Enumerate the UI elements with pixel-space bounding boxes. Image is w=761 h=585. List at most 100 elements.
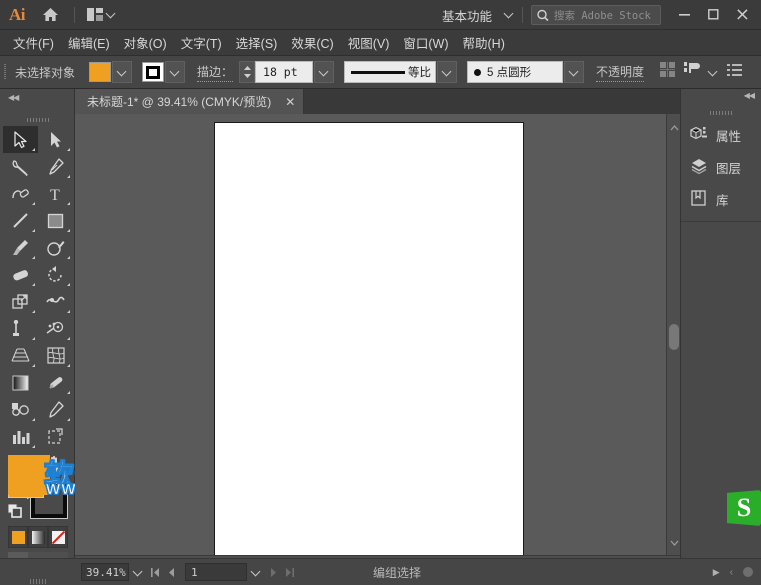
menu-object[interactable]: 对象(O) xyxy=(117,30,174,55)
paintbrush-tool[interactable] xyxy=(3,234,38,261)
rotate-tool[interactable] xyxy=(38,261,73,288)
swap-fill-stroke-icon[interactable]: ⇄ xyxy=(48,461,56,472)
type-tool[interactable]: T xyxy=(38,180,73,207)
menu-effect[interactable]: 效果(C) xyxy=(284,30,340,55)
panel-tab-layers[interactable]: 图层 xyxy=(681,151,761,183)
rectangle-tool[interactable] xyxy=(38,207,73,234)
eyedropper-tool[interactable] xyxy=(38,369,73,396)
free-transform-tool[interactable] xyxy=(3,315,38,342)
artboard[interactable] xyxy=(214,122,524,555)
tools-grid: T xyxy=(3,126,73,504)
artboard-number-input[interactable]: 1 xyxy=(185,563,247,581)
gradient-fill-button[interactable] xyxy=(28,526,48,548)
scroll-up-icon[interactable] xyxy=(670,118,679,136)
menu-edit[interactable]: 编辑(E) xyxy=(61,30,117,55)
next-artboard-button[interactable] xyxy=(265,563,281,581)
green-app-icon[interactable]: S xyxy=(727,490,761,526)
scroll-down-icon[interactable] xyxy=(670,533,679,551)
properties-icon xyxy=(690,125,708,146)
fill-color-swatch[interactable] xyxy=(89,62,111,82)
align-icon[interactable] xyxy=(660,62,675,82)
document-tab[interactable]: 未标题-1* @ 39.41% (CMYK/预览) ✕ xyxy=(75,89,304,114)
document-setup-icon[interactable] xyxy=(727,63,742,81)
blend-tool[interactable] xyxy=(3,396,38,423)
menu-view[interactable]: 视图(V) xyxy=(341,30,397,55)
shaper-tool[interactable] xyxy=(38,234,73,261)
panel-tab-properties[interactable]: 属性 xyxy=(681,119,761,151)
line-segment-tool[interactable] xyxy=(3,207,38,234)
stroke-weight-stepper[interactable] xyxy=(239,61,255,83)
vertical-scrollbar[interactable] xyxy=(666,114,680,555)
gradient-tool[interactable] xyxy=(3,369,38,396)
minimize-button[interactable] xyxy=(670,3,699,25)
menu-window[interactable]: 窗口(W) xyxy=(396,30,455,55)
artboard-tool[interactable] xyxy=(38,423,73,450)
stroke-weight-dropdown[interactable] xyxy=(314,61,334,83)
maximize-button[interactable] xyxy=(699,3,728,25)
arrange-documents-button[interactable] xyxy=(83,0,120,30)
status-resize-handle[interactable] xyxy=(743,567,753,577)
vertical-scrollbar-thumb[interactable] xyxy=(669,324,679,350)
tools-panel-grip[interactable] xyxy=(0,114,75,126)
transform-chevron-down-icon[interactable] xyxy=(709,68,718,77)
status-menu-icon[interactable]: ▶ xyxy=(713,567,720,578)
menu-file[interactable]: 文件(F) xyxy=(6,30,61,55)
control-bar-grip[interactable] xyxy=(0,56,10,89)
previous-artboard-button[interactable] xyxy=(163,563,179,581)
right-panel-collapse-button[interactable]: ◀◀ xyxy=(681,89,761,107)
first-artboard-button[interactable] xyxy=(147,563,163,581)
magic-wand-tool[interactable] xyxy=(3,153,38,180)
eraser-tool[interactable] xyxy=(3,261,38,288)
scale-tool[interactable] xyxy=(3,288,38,315)
menu-help[interactable]: 帮助(H) xyxy=(456,30,512,55)
shape-builder-tool[interactable] xyxy=(38,315,73,342)
panel-tab-libraries[interactable]: 库 xyxy=(681,183,761,215)
canvas-area[interactable] xyxy=(75,114,680,555)
stroke-profile-preview-icon xyxy=(351,71,405,74)
close-icon[interactable]: ✕ xyxy=(285,95,295,109)
stroke-weight-input[interactable]: 18 pt xyxy=(255,61,313,83)
curvature-tool[interactable] xyxy=(3,180,38,207)
opacity-label[interactable]: 不透明度 xyxy=(596,63,644,82)
workspace-chevron-down-icon[interactable] xyxy=(505,10,514,19)
artboard-navigation-dropdown[interactable] xyxy=(247,563,265,581)
none-fill-button[interactable] xyxy=(48,526,68,548)
toolbar-fill-swatch[interactable] xyxy=(8,464,44,498)
right-panel-grip[interactable] xyxy=(681,107,761,119)
left-panel-collapse-area[interactable]: ◀◀ xyxy=(0,89,75,114)
width-tool[interactable] xyxy=(38,288,73,315)
fill-swatch-dropdown[interactable] xyxy=(112,61,132,83)
selection-tool[interactable] xyxy=(3,126,38,153)
search-adobe-stock-input[interactable]: 搜索 Adobe Stock xyxy=(531,5,661,25)
tools-panel: T xyxy=(0,114,75,571)
symbol-sprayer-tool[interactable] xyxy=(38,396,73,423)
status-bar-right: ▶ ‹ xyxy=(713,567,753,578)
status-chevron-left-icon[interactable]: ‹ xyxy=(730,567,733,578)
mesh-tool[interactable] xyxy=(38,342,73,369)
home-icon[interactable] xyxy=(34,0,66,30)
zoom-level-dropdown[interactable] xyxy=(129,563,147,581)
transform-icon[interactable] xyxy=(684,62,700,82)
perspective-grid-tool[interactable] xyxy=(3,342,38,369)
width-profile-dropdown[interactable] xyxy=(437,61,457,83)
libraries-icon xyxy=(690,189,708,210)
menu-select[interactable]: 选择(S) xyxy=(229,30,285,55)
stroke-swatch-dropdown[interactable] xyxy=(165,61,185,83)
fill-swatch-group xyxy=(89,61,132,83)
collapse-arrows-icon[interactable]: ◀◀ xyxy=(8,93,18,102)
direct-selection-tool[interactable] xyxy=(38,126,73,153)
color-fill-button[interactable] xyxy=(8,526,28,548)
pen-tool[interactable] xyxy=(38,153,73,180)
stroke-color-swatch[interactable] xyxy=(142,62,164,82)
variable-width-profile-select[interactable]: 等比 xyxy=(344,61,436,83)
column-graph-tool[interactable] xyxy=(3,423,38,450)
stroke-weight-label[interactable]: 描边： xyxy=(197,63,233,82)
menu-type[interactable]: 文字(T) xyxy=(174,30,229,55)
zoom-level-input[interactable]: 39.41% xyxy=(81,563,129,581)
brush-definition-dropdown[interactable] xyxy=(564,61,584,83)
last-artboard-button[interactable] xyxy=(281,563,297,581)
brush-definition-select[interactable]: 5 点圆形 xyxy=(467,61,563,83)
workspace-switcher[interactable]: 基本功能 xyxy=(442,0,492,30)
close-button[interactable] xyxy=(728,3,757,25)
default-fill-stroke-icon[interactable] xyxy=(8,504,22,523)
